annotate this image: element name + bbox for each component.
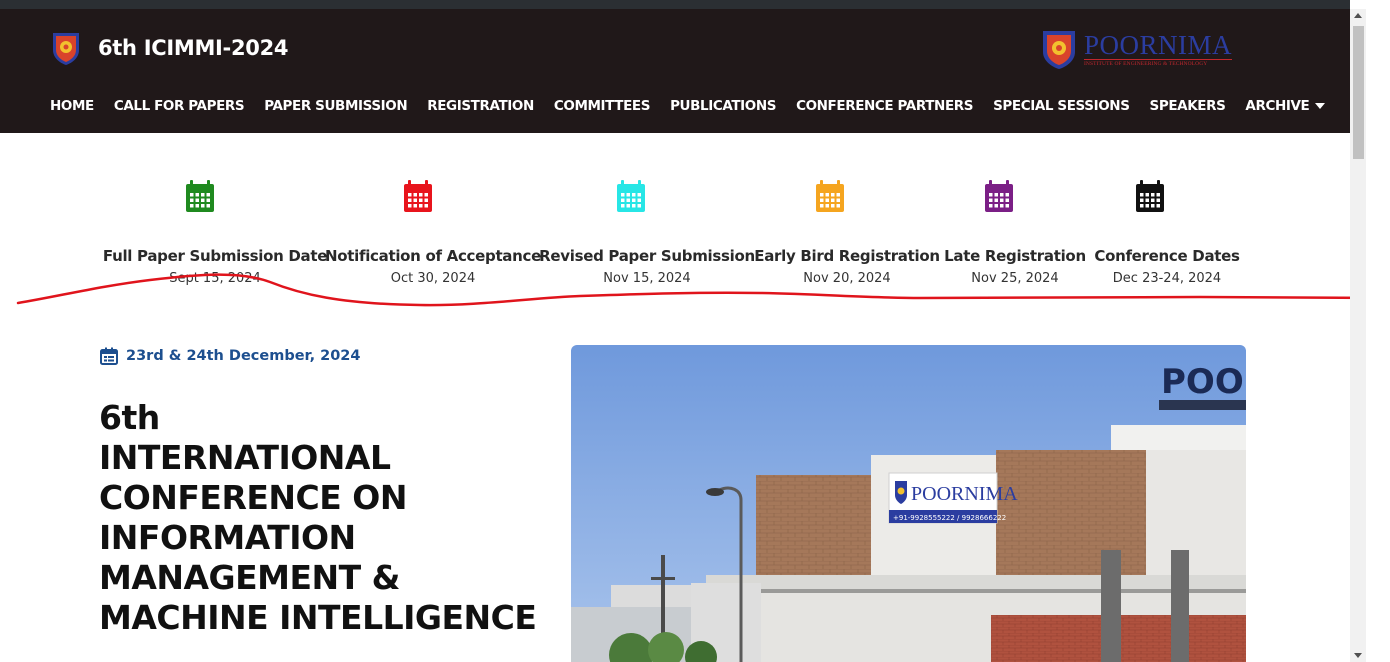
- hero-date-text: 23rd & 24th December, 2024: [126, 348, 361, 364]
- conference-title: 6th INTERNATIONAL CONFERENCE ON INFORMAT…: [99, 398, 549, 638]
- chevron-down-icon: [1315, 103, 1326, 109]
- title-line: MACHINE INTELLIGENCE: [99, 598, 537, 637]
- main-nav: HOME CALL FOR PAPERS PAPER SUBMISSION RE…: [50, 98, 1345, 114]
- poornima-emblem-icon: [1043, 31, 1075, 69]
- date-label: Conference Dates: [1094, 247, 1240, 265]
- date-label: Revised Paper Submission: [539, 247, 755, 265]
- calendar-icon: [186, 180, 214, 212]
- poornima-subtitle: INSTITUTE OF ENGINEERING & TECHNOLOGY: [1084, 60, 1208, 67]
- important-dates: Full Paper Submission Date Sept 15, 2024…: [0, 133, 1350, 313]
- title-line: INTERNATIONAL: [99, 438, 391, 477]
- site-header: 6th ICIMMI-2024 POORNIMA INSTITUTE OF EN…: [0, 9, 1350, 133]
- calendar-icon: [1136, 180, 1164, 212]
- nav-paper-submission[interactable]: PAPER SUBMISSION: [264, 98, 407, 114]
- nav-archive[interactable]: ARCHIVE: [1245, 98, 1326, 114]
- vertical-scrollbar[interactable]: [1350, 9, 1366, 662]
- poornima-logo[interactable]: POORNIMA INSTITUTE OF ENGINEERING & TECH…: [1040, 28, 1233, 70]
- rooftop-sign: POOR: [1161, 362, 1246, 402]
- nav-committees[interactable]: COMMITTEES: [554, 98, 651, 114]
- nav-special-sessions[interactable]: SPECIAL SESSIONS: [993, 98, 1130, 114]
- title-line: CONFERENCE ON: [99, 478, 407, 517]
- banner-text: +91-9928555222 / 9928666222: [893, 514, 1006, 522]
- hero-date: 23rd & 24th December, 2024: [100, 347, 361, 365]
- nav-home[interactable]: HOME: [50, 98, 94, 114]
- poornima-name: POORNIMA: [1084, 29, 1233, 60]
- window-edge: [1366, 0, 1390, 662]
- calendar-icon: [100, 347, 118, 365]
- calendar-icon: [985, 180, 1013, 212]
- nav-registration[interactable]: REGISTRATION: [427, 98, 534, 114]
- browser-top-strip: [0, 0, 1350, 9]
- scroll-down-arrow-icon[interactable]: [1354, 653, 1362, 658]
- date-value: Oct 30, 2024: [390, 271, 476, 286]
- title-line: INFORMATION: [99, 518, 356, 557]
- date-value: Sept 15, 2024: [169, 271, 261, 286]
- campus-building-photo: POOR POORNIMA +91-9928555222 / 992866622…: [571, 345, 1246, 662]
- calendar-icon: [404, 180, 432, 212]
- conference-logo-icon: [53, 33, 79, 65]
- title-line: 6th: [99, 398, 160, 437]
- date-value: Dec 23-24, 2024: [1112, 271, 1222, 286]
- nav-speakers[interactable]: SPEAKERS: [1150, 98, 1226, 114]
- date-value: Nov 15, 2024: [603, 271, 691, 286]
- date-label: Full Paper Submission Date: [102, 247, 328, 265]
- building-illustration: POOR POORNIMA +91-9928555222 / 992866622…: [571, 345, 1246, 662]
- nav-publications[interactable]: PUBLICATIONS: [670, 98, 776, 114]
- calendar-icon: [617, 180, 645, 212]
- calendar-icon: [816, 180, 844, 212]
- title-line: MANAGEMENT &: [99, 558, 400, 597]
- nav-conference-partners[interactable]: CONFERENCE PARTNERS: [796, 98, 973, 114]
- scroll-thumb[interactable]: [1353, 26, 1364, 159]
- nav-archive-label: ARCHIVE: [1245, 98, 1310, 114]
- date-label: Notification of Acceptance: [325, 247, 541, 265]
- nav-call-for-papers[interactable]: CALL FOR PAPERS: [114, 98, 245, 114]
- building-sign: POORNIMA: [911, 483, 1018, 505]
- brand[interactable]: 6th ICIMMI-2024: [50, 30, 289, 66]
- scroll-up-arrow-icon[interactable]: [1354, 13, 1362, 18]
- site-title: 6th ICIMMI-2024: [98, 36, 289, 60]
